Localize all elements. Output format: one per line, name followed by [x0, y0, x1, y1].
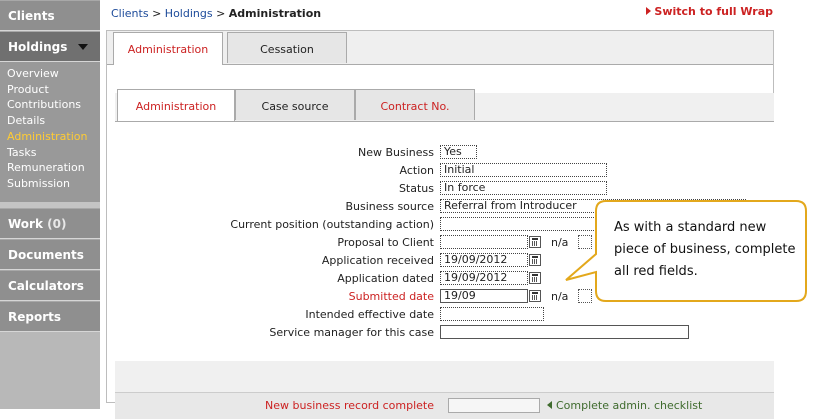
new-business-label: New Business	[358, 146, 434, 159]
calendar-icon[interactable]	[529, 272, 541, 284]
complete-admin-checklist-link[interactable]: Complete admin. checklist	[547, 399, 702, 412]
nav-holdings-label: Holdings	[8, 40, 68, 54]
nav-work[interactable]: Work (0)	[0, 207, 100, 239]
intended-effective-date-label: Intended effective date	[305, 308, 434, 321]
current-position-label: Current position (outstanding action)	[230, 218, 434, 231]
sidebar-item-details[interactable]: Details	[7, 113, 100, 129]
calendar-icon[interactable]	[529, 236, 541, 248]
sidebar-item-contributions[interactable]: Contributions	[7, 97, 100, 113]
application-received-input[interactable]: 19/09/2012	[440, 253, 528, 267]
proposal-to-client-label: Proposal to Client	[337, 236, 434, 249]
sidebar-item-tasks[interactable]: Tasks	[7, 145, 100, 161]
nav-clients[interactable]: Clients	[0, 0, 100, 31]
calendar-icon[interactable]	[529, 290, 541, 302]
new-business-select[interactable]: Yes	[440, 145, 477, 159]
calendar-icon[interactable]	[529, 254, 541, 266]
tab-administration[interactable]: Administration	[113, 32, 223, 65]
new-business-complete-label: New business record complete	[265, 399, 434, 412]
breadcrumb-current: Administration	[228, 7, 322, 20]
intended-effective-date-input[interactable]	[440, 307, 544, 321]
chevron-down-icon	[78, 44, 88, 50]
callout-text: As with a standard new piece of business…	[614, 220, 796, 279]
action-select[interactable]: Initial	[440, 163, 607, 177]
new-business-complete-field[interactable]	[448, 398, 540, 413]
nav-reports[interactable]: Reports	[0, 300, 100, 332]
submitted-date-label: Submitted date	[348, 290, 434, 303]
sidebar-item-administration[interactable]: Administration	[7, 129, 100, 145]
nav-work-label: Work	[8, 216, 43, 231]
breadcrumb: Clients > Holdings > Administration	[111, 7, 321, 20]
sidebar: Clients Holdings Overview Product Contri…	[0, 0, 100, 409]
subtab-administration[interactable]: Administration	[117, 89, 235, 122]
submitted-date-input[interactable]: 19/09	[440, 289, 528, 303]
application-dated-input[interactable]: 19/09/2012	[440, 271, 528, 285]
form-footer: New business record complete Complete ad…	[115, 392, 774, 419]
subtab-contract-no[interactable]: Contract No.	[355, 89, 475, 120]
checklist-label: Complete admin. checklist	[556, 399, 703, 412]
sidebar-item-remuneration[interactable]: Remuneration	[7, 160, 100, 176]
arrow-left-icon	[547, 401, 552, 409]
tab-cessation[interactable]: Cessation	[227, 32, 347, 63]
work-count-badge: (0)	[47, 216, 67, 231]
service-manager-label: Service manager for this case	[269, 326, 434, 339]
status-label: Status	[398, 182, 434, 195]
sidebar-item-submission[interactable]: Submission	[7, 176, 100, 192]
sidebar-item-product[interactable]: Product	[7, 82, 100, 98]
service-manager-input[interactable]	[440, 325, 689, 339]
breadcrumb-separator: >	[148, 7, 165, 20]
help-callout: As with a standard new piece of business…	[565, 200, 808, 303]
switch-to-full-wrap-link[interactable]: Switch to full Wrap	[646, 5, 773, 18]
business-source-label: Business source	[345, 200, 434, 213]
breadcrumb-holdings[interactable]: Holdings	[165, 7, 213, 20]
action-label: Action	[399, 164, 434, 177]
breadcrumb-separator: >	[212, 7, 229, 20]
nav-holdings[interactable]: Holdings	[0, 31, 100, 62]
sidebar-item-overview[interactable]: Overview	[7, 66, 100, 82]
arrow-right-icon	[646, 7, 652, 15]
nav-documents[interactable]: Documents	[0, 238, 100, 270]
holdings-submenu: Overview Product Contributions Details A…	[0, 62, 100, 202]
subtab-case-source[interactable]: Case source	[235, 89, 355, 120]
nav-calculators[interactable]: Calculators	[0, 269, 100, 301]
status-select[interactable]: In force	[440, 181, 607, 195]
breadcrumb-clients[interactable]: Clients	[111, 7, 149, 20]
switch-link-label: Switch to full Wrap	[654, 5, 773, 18]
proposal-to-client-input[interactable]	[440, 235, 528, 249]
application-received-label: Application received	[321, 254, 434, 267]
application-dated-label: Application dated	[337, 272, 434, 285]
